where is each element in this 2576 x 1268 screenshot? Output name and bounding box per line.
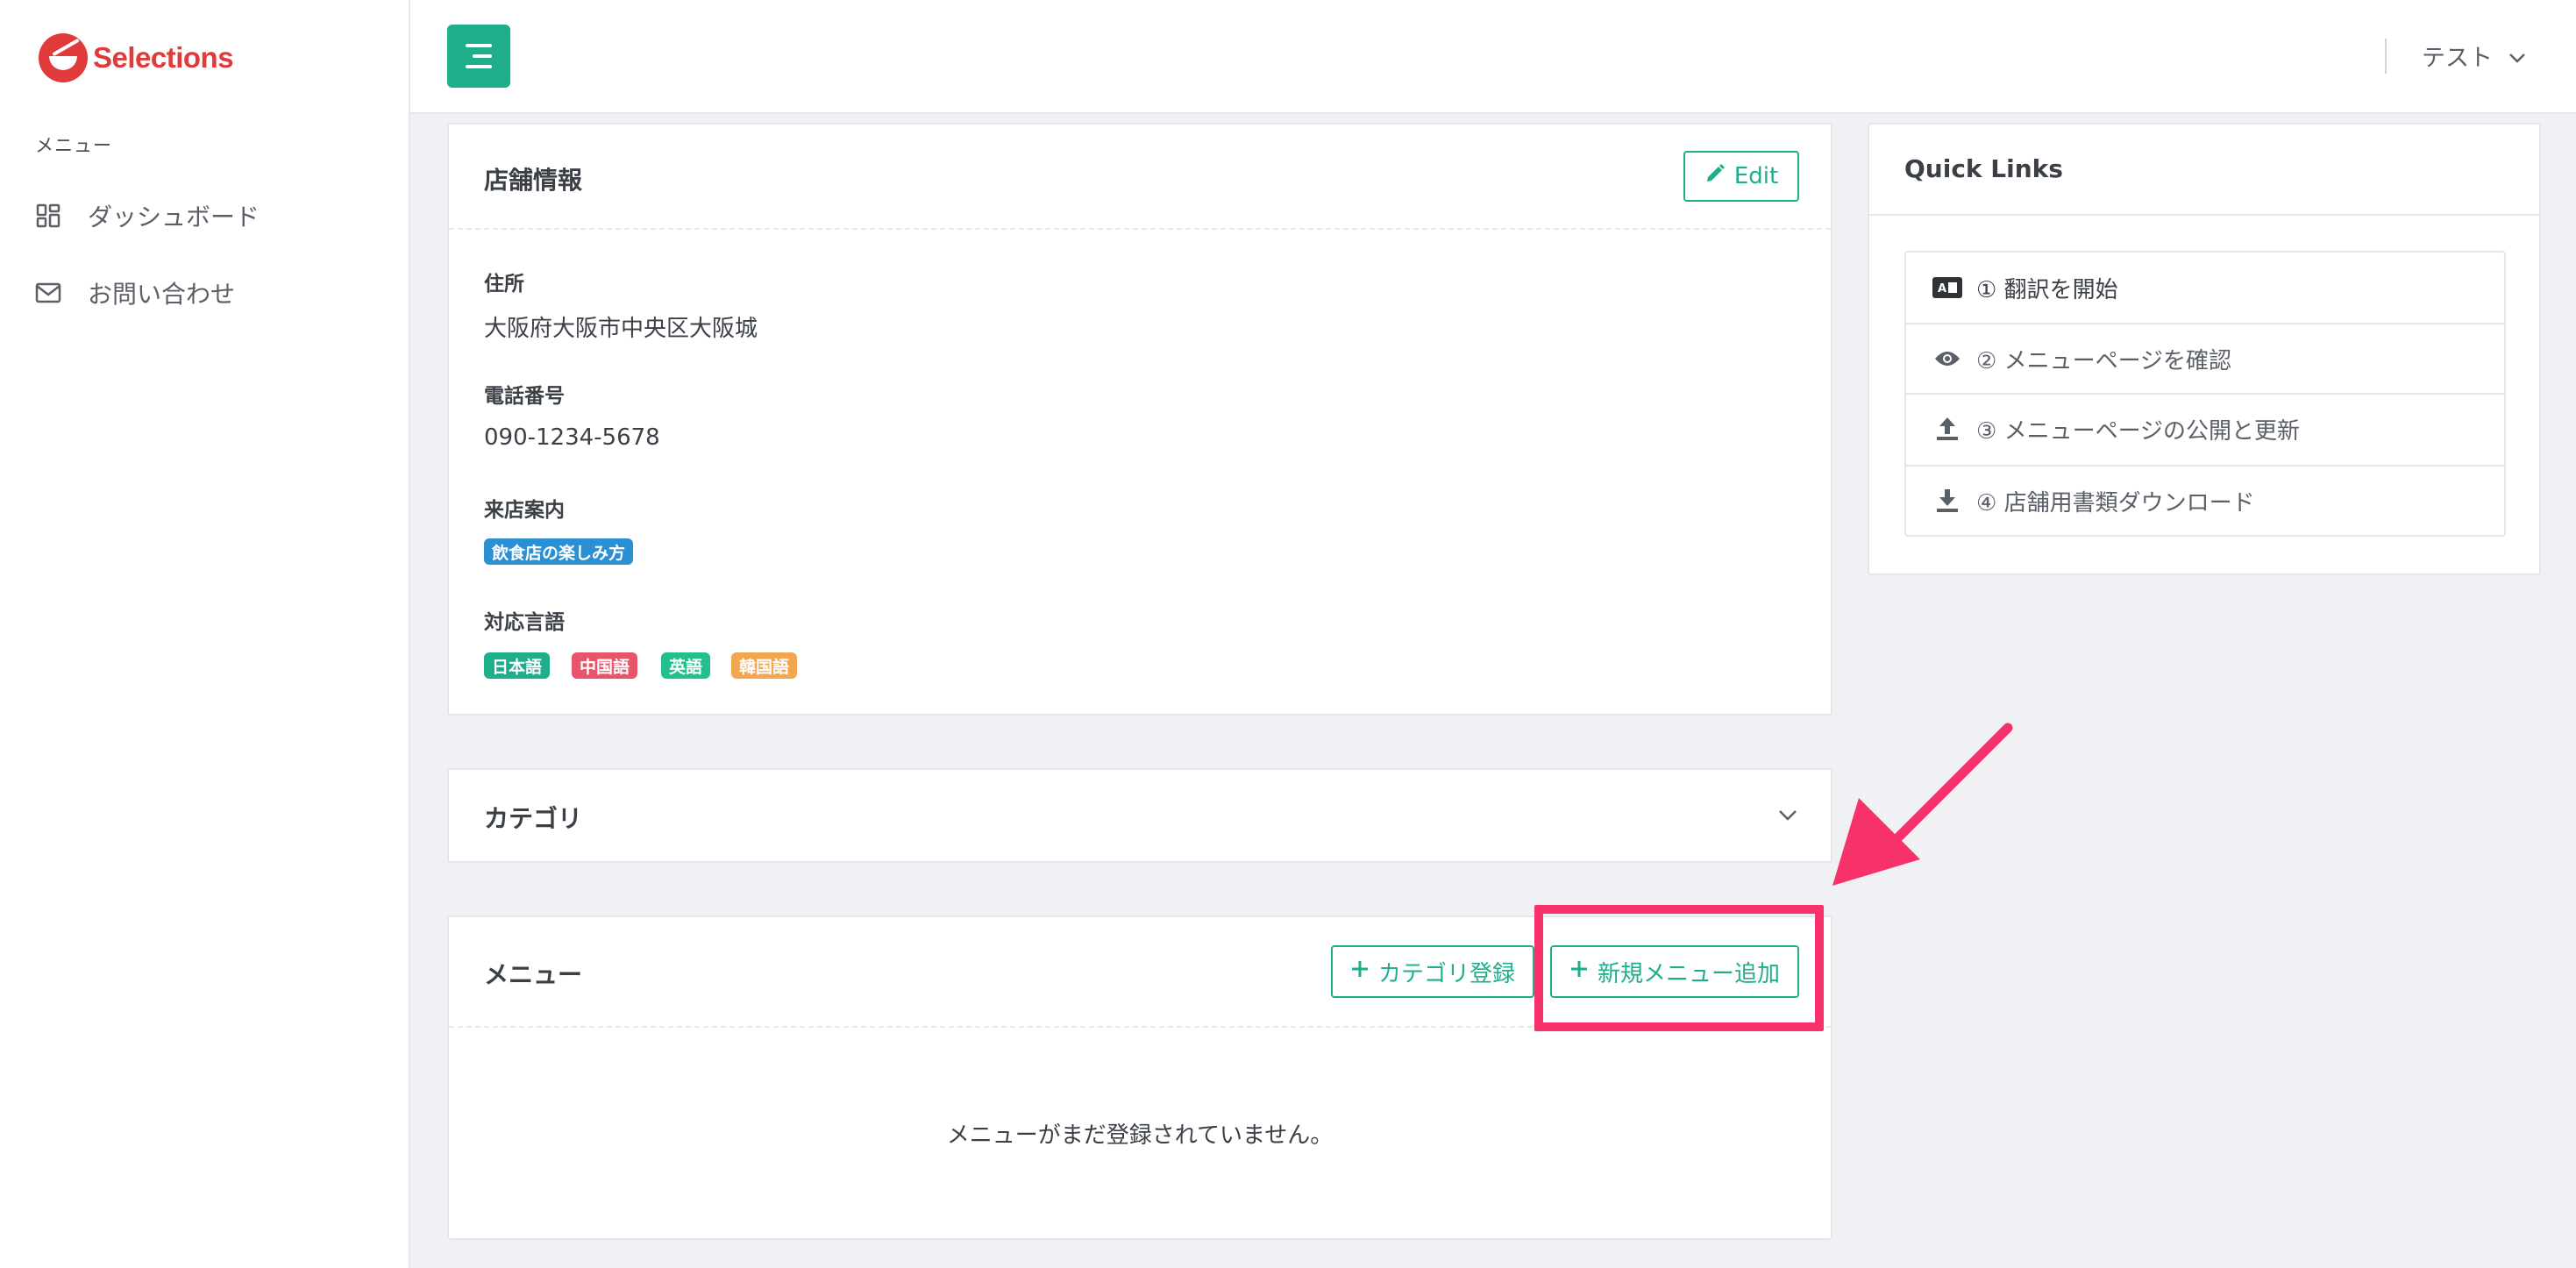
language-badge: 中国語 bbox=[572, 652, 638, 679]
quick-link-preview[interactable]: ② メニューページを確認 bbox=[1906, 323, 2504, 393]
language-badge: 英語 bbox=[661, 652, 711, 679]
annotation-arrow-icon bbox=[1832, 723, 2013, 886]
sidebar-heading: メニュー bbox=[35, 135, 112, 156]
sidebar-item-label: お問い合わせ bbox=[88, 280, 236, 309]
phone-label: 電話番号 bbox=[484, 385, 565, 408]
quick-link-label: ① 翻訳を開始 bbox=[1976, 276, 2118, 303]
edit-button[interactable]: Edit bbox=[1683, 151, 1799, 202]
phone-value: 090-1234-5678 bbox=[484, 424, 660, 451]
language-badge: 韓国語 bbox=[731, 652, 798, 679]
dashboard-grid-icon bbox=[35, 203, 61, 229]
download-icon bbox=[1932, 488, 1962, 514]
app-logo[interactable]: Selections bbox=[39, 33, 234, 82]
category-card[interactable]: カテゴリ bbox=[447, 768, 1832, 863]
quick-link-label: ④ 店舗用書類ダウンロード bbox=[1976, 489, 2255, 516]
user-menu[interactable]: テスト bbox=[2422, 35, 2526, 75]
quick-link-label: ③ メニューページの公開と更新 bbox=[1976, 417, 2301, 445]
envelope-icon bbox=[35, 280, 61, 306]
guide-label: 来店案内 bbox=[484, 499, 565, 522]
top-header: テスト bbox=[410, 0, 2576, 114]
store-info-title: 店舗情報 bbox=[484, 166, 583, 195]
edit-button-label: Edit bbox=[1733, 163, 1779, 189]
address-label: 住所 bbox=[484, 273, 524, 296]
category-title: カテゴリ bbox=[484, 804, 583, 833]
guide-badge[interactable]: 飲食店の楽しみ方 bbox=[484, 538, 634, 565]
menu-empty-message: メニューがまだ登録されていません。 bbox=[946, 1122, 1334, 1149]
quick-links-title: Quick Links bbox=[1904, 154, 2063, 183]
quick-links-list: A ① 翻訳を開始 ② メニューページを確認 ③ メニューページの公開と更新 ④… bbox=[1904, 251, 2506, 537]
upload-icon bbox=[1932, 416, 1962, 442]
add-category-button[interactable]: カテゴリ登録 bbox=[1331, 945, 1534, 998]
header-divider bbox=[2385, 39, 2387, 74]
sidebar-item-contact[interactable]: お問い合わせ bbox=[35, 267, 235, 319]
chevron-down-icon bbox=[2508, 42, 2526, 69]
pencil-icon bbox=[1704, 163, 1726, 190]
sidebar: Selections メニュー ダッシュボード お問い合わせ bbox=[0, 0, 410, 1268]
quick-link-label: ② メニューページを確認 bbox=[1976, 347, 2232, 374]
language-badge: 日本語 bbox=[484, 652, 551, 679]
quick-link-publish[interactable]: ③ メニューページの公開と更新 bbox=[1906, 393, 2504, 463]
quick-link-download[interactable]: ④ 店舗用書類ダウンロード bbox=[1906, 465, 2504, 535]
languages-label: 対応言語 bbox=[484, 611, 565, 634]
add-category-label: カテゴリ登録 bbox=[1377, 960, 1515, 987]
quick-link-translate[interactable]: A ① 翻訳を開始 bbox=[1906, 253, 2504, 323]
menu-toggle-button[interactable] bbox=[447, 25, 510, 88]
sidebar-item-dashboard[interactable]: ダッシュボード bbox=[35, 189, 260, 242]
logo-bowl-icon bbox=[39, 33, 88, 82]
user-name: テスト bbox=[2422, 44, 2493, 72]
translate-icon: A bbox=[1932, 274, 1962, 301]
eye-icon bbox=[1932, 345, 1962, 372]
logo-text: Selections bbox=[93, 41, 234, 74]
plus-icon bbox=[1350, 958, 1370, 985]
quick-links-card: Quick Links A ① 翻訳を開始 ② メニューページを確認 ③ メニュ… bbox=[1868, 123, 2541, 575]
store-info-card: 店舗情報 Edit 住所 大阪府大阪市中央区大阪城 電話番号 090-1234-… bbox=[447, 123, 1832, 716]
svg-text:A: A bbox=[1938, 282, 1946, 296]
address-value: 大阪府大阪市中央区大阪城 bbox=[484, 316, 758, 342]
sidebar-item-label: ダッシュボード bbox=[88, 203, 260, 232]
menu-title: メニュー bbox=[484, 960, 583, 989]
chevron-down-icon[interactable] bbox=[1778, 809, 1797, 825]
highlight-box bbox=[1534, 905, 1824, 1031]
